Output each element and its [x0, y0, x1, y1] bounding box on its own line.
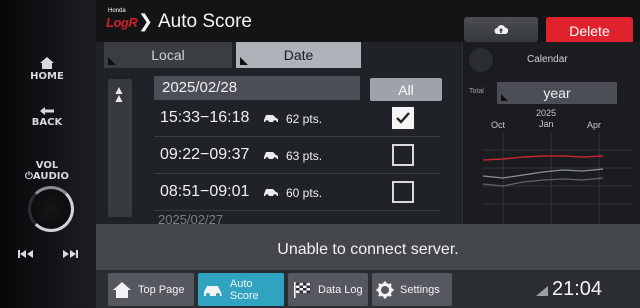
select-all-button[interactable]: All — [370, 78, 442, 101]
logr-logo: Honda LogR — [106, 8, 142, 30]
session-time: 15:33−16:18 — [160, 109, 250, 126]
period-label: year — [543, 85, 571, 101]
session-time: 08:51−09:01 — [160, 183, 250, 200]
gear-icon — [376, 281, 394, 298]
home-icon — [113, 281, 131, 298]
session-points: 62 pts. — [286, 112, 323, 126]
tab-local[interactable]: Local — [104, 42, 232, 68]
status-message: Unable to connect server. — [277, 241, 459, 258]
power-icon: ⏻ — [25, 171, 33, 182]
nav-data-log[interactable]: Data Log — [288, 273, 368, 306]
session-checkbox[interactable] — [392, 107, 414, 129]
brand-small-text: Honda — [108, 8, 126, 14]
brand-logo-text: LogR — [106, 15, 138, 30]
volume-knob[interactable] — [28, 186, 74, 232]
session-time: 09:22−09:37 — [160, 146, 250, 163]
trend-line-grey — [482, 168, 604, 179]
nav-auto-score-label: Auto Score — [229, 277, 259, 302]
home-label: HOME — [30, 71, 64, 82]
delete-button[interactable]: Delete — [546, 17, 633, 45]
signal-strength-icon — [536, 286, 548, 296]
session-points: 60 pts. — [286, 186, 323, 200]
scroll-to-top-icon[interactable]: ▲ ▲ — [113, 84, 125, 104]
next-track-icon[interactable] — [62, 250, 78, 258]
tab-date[interactable]: Date — [236, 42, 361, 68]
car-icon — [203, 285, 222, 297]
selector-corner-marker — [501, 94, 508, 101]
home-icon — [40, 57, 54, 69]
audio-label: AUDIO — [32, 171, 69, 182]
previous-track-icon[interactable] — [18, 250, 34, 258]
period-selector[interactable]: year — [497, 82, 617, 104]
back-label: BACK — [31, 117, 63, 128]
session-row[interactable]: 08:51−09:01 60 pts. — [154, 175, 440, 211]
session-points: 63 pts. — [286, 149, 323, 163]
home-hardware-button[interactable]: HOME — [18, 56, 76, 82]
session-row[interactable]: 09:22−09:37 63 pts. — [154, 138, 440, 174]
status-bar: Unable to connect server. — [96, 224, 640, 272]
clock: 21:04 — [552, 278, 603, 300]
axis-tick-label: Jan — [539, 119, 554, 129]
screen: Honda LogR ❯ Auto Score Delete Local Dat… — [96, 0, 640, 308]
trend-line-red — [482, 155, 604, 161]
total-label: Total — [469, 88, 484, 95]
nav-settings-label: Settings — [400, 283, 440, 296]
vol-label: VOL — [35, 160, 59, 171]
checkmark-icon — [396, 112, 410, 124]
cloud-upload-button[interactable] — [464, 17, 538, 42]
breadcrumb-chevron-icon: ❯ — [138, 11, 154, 31]
page-title: Auto Score — [158, 11, 252, 32]
nav-data-log-label: Data Log — [318, 283, 363, 296]
calendar-toggle[interactable] — [469, 48, 493, 72]
session-row[interactable]: 15:33−16:18 62 pts. — [154, 101, 440, 137]
score-chart-panel: Calendar Total year 2025 Oct Jan Apr — [462, 42, 640, 224]
score-trend-chart — [482, 132, 633, 224]
head-unit-bezel: HOME BACK VOL ⏻AUDIO — [0, 0, 96, 308]
volume-label-group: VOL ⏻AUDIO — [18, 160, 76, 182]
scroll-rail[interactable]: ▲ ▲ — [108, 79, 132, 217]
back-arrow-icon — [40, 107, 54, 115]
year-tick-label: 2025 — [536, 108, 557, 118]
back-hardware-button[interactable]: BACK — [18, 106, 76, 128]
axis-tick-label: Oct — [491, 120, 506, 130]
car-icon — [264, 152, 278, 161]
bottom-nav: Top Page Auto Score Data Log Settings 21… — [96, 270, 640, 308]
title-bar: Honda LogR ❯ Auto Score Delete — [96, 0, 640, 45]
nav-top-page-label: Top Page — [138, 283, 185, 296]
tab-corner-marker — [240, 57, 248, 65]
axis-tick-label: Apr — [587, 120, 602, 130]
calendar-label: Calendar — [527, 54, 568, 65]
session-checkbox[interactable] — [392, 144, 414, 166]
tab-date-label: Date — [283, 47, 314, 63]
session-checkbox[interactable] — [392, 181, 414, 203]
car-icon — [264, 189, 278, 198]
nav-top-page[interactable]: Top Page — [108, 273, 194, 306]
date-group-header: 2025/02/28 — [154, 76, 360, 100]
tab-local-label: Local — [151, 47, 185, 63]
checkered-flag-icon — [294, 281, 310, 298]
trend-line-dim — [482, 177, 604, 187]
cloud-upload-icon — [494, 25, 508, 34]
car-icon — [264, 115, 278, 124]
nav-auto-score[interactable]: Auto Score — [198, 273, 284, 306]
nav-settings[interactable]: Settings — [372, 273, 452, 306]
tab-corner-marker — [108, 57, 116, 65]
track-buttons — [18, 250, 78, 258]
